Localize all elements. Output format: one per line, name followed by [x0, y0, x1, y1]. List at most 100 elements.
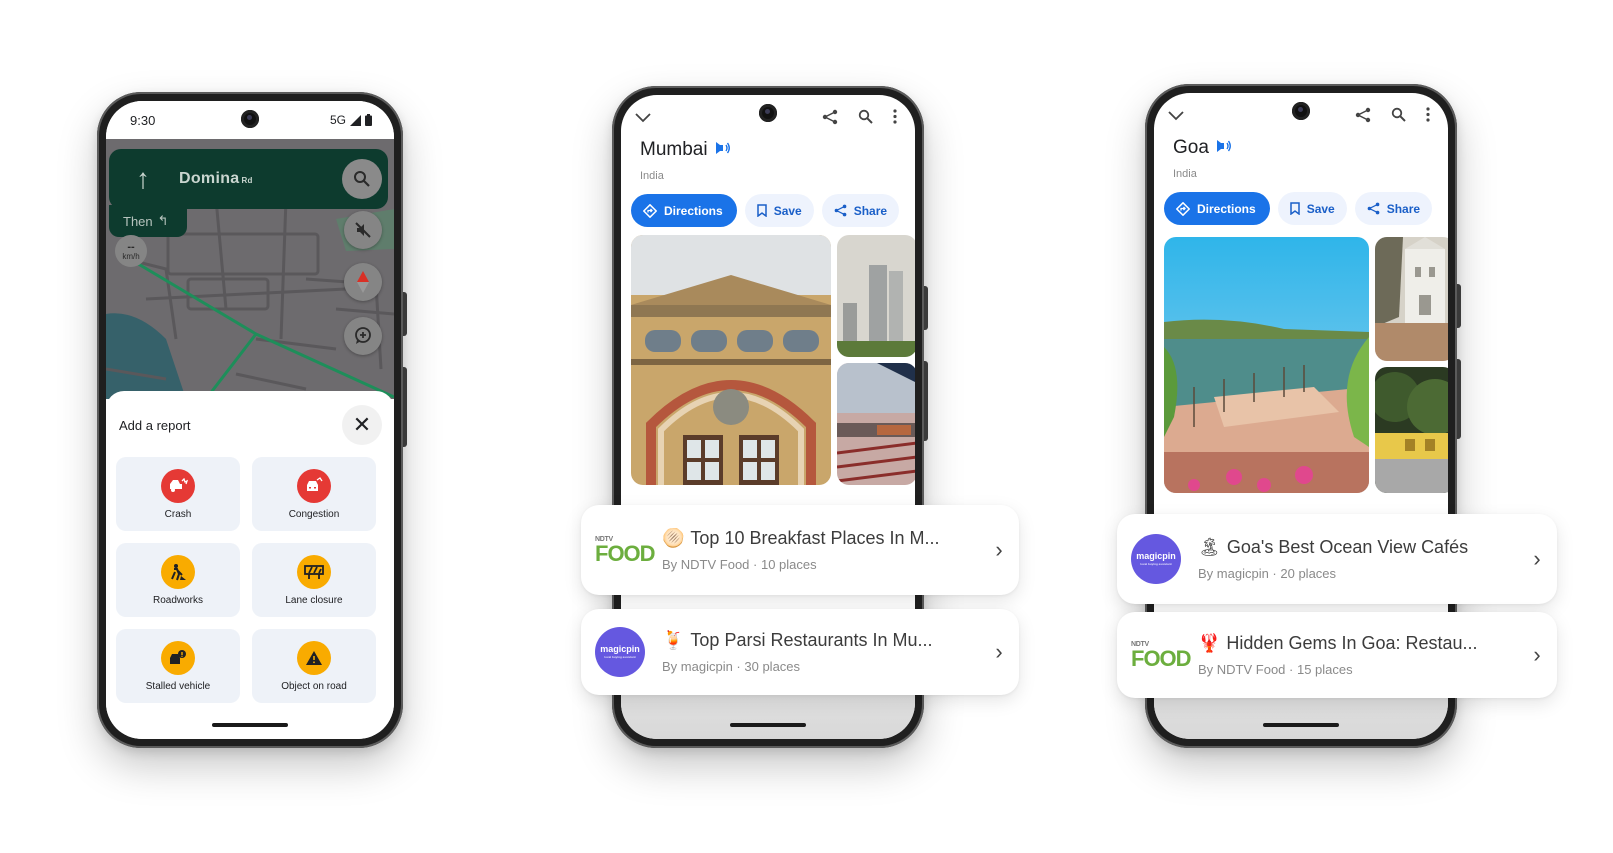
search-top-button[interactable]: [858, 109, 873, 129]
directions-button[interactable]: Directions: [631, 194, 737, 227]
add-report-sheet: Add a report ✕ Crash Congestion Roadwork…: [106, 391, 394, 739]
bookmark-icon: [756, 204, 767, 217]
report-option-object-on-road[interactable]: Object on road: [252, 629, 376, 703]
collection-count: 15 places: [1296, 662, 1353, 677]
directions-icon: [1176, 201, 1190, 216]
separator: ·: [749, 557, 761, 572]
collapse-button[interactable]: [1168, 108, 1184, 126]
close-icon: ✕: [352, 412, 372, 437]
collection-title: 🏝 Goa's Best Ocean View Cafés: [1198, 537, 1517, 558]
collapse-button[interactable]: [635, 110, 651, 128]
close-button[interactable]: ✕: [342, 405, 382, 445]
network-type: 5G: [329, 113, 346, 127]
breakfast-emoji-icon: 🫓: [662, 528, 685, 548]
directions-button[interactable]: Directions: [1164, 192, 1270, 225]
separator: ·: [1285, 662, 1297, 677]
photo-main[interactable]: [631, 235, 831, 485]
report-option-roadworks[interactable]: Roadworks: [116, 543, 240, 617]
collection-card[interactable]: magicpin local buying assistant 🏝 Goa's B…: [1117, 514, 1557, 604]
mute-icon: [355, 222, 371, 238]
collection-meta: By NDTV Food · 10 places: [662, 557, 979, 572]
save-label: Save: [773, 203, 802, 218]
collection-author: By NDTV Food: [662, 557, 750, 572]
directions-label: Directions: [1197, 201, 1256, 216]
top-actions: [822, 109, 901, 130]
navigation-banner[interactable]: ↑ Domina Rd: [109, 149, 388, 209]
compass-icon: [357, 271, 369, 293]
share-icon: [822, 109, 838, 124]
speed-value: --: [127, 240, 135, 253]
report-label: Roadworks: [152, 594, 204, 606]
share-label: Share: [853, 203, 888, 218]
chevron-right-icon: ›: [1533, 642, 1541, 667]
collection-card[interactable]: NDTV FOOD 🫓 Top 10 Breakfast Places In M.…: [581, 505, 1019, 595]
photo-church[interactable]: [1375, 237, 1448, 361]
logo-text-magicpin: magicpin: [600, 644, 640, 654]
more-options-button[interactable]: [893, 109, 897, 129]
collection-text: 🏝 Goa's Best Ocean View Cafés By magicpin…: [1198, 537, 1517, 581]
save-button[interactable]: Save: [744, 194, 814, 227]
sheet-header: Add a report ✕: [116, 405, 384, 445]
mute-button[interactable]: [344, 211, 382, 249]
photo-gallery: [631, 235, 915, 485]
chevron-down-icon: [635, 113, 651, 123]
save-button[interactable]: Save: [1277, 192, 1347, 225]
bookmark-icon: [1289, 202, 1300, 215]
more-options-button[interactable]: [1426, 107, 1430, 127]
collection-card[interactable]: NDTV FOOD 🦞 Hidden Gems In Goa: Restau...…: [1117, 612, 1557, 698]
collection-count: 10 places: [760, 557, 817, 572]
logo-text-food: FOOD: [595, 540, 656, 566]
street-label: Domina: [179, 170, 240, 187]
search-icon: [858, 109, 873, 124]
share-icon: [1355, 107, 1371, 122]
report-options: Crash Congestion Roadworks Lane closure …: [116, 457, 384, 703]
chevron-right-icon: ›: [995, 639, 1003, 664]
collection-meta: By magicpin · 20 places: [1198, 566, 1517, 581]
collection-author: By magicpin: [1198, 566, 1269, 581]
share-button[interactable]: Share: [821, 194, 900, 227]
collection-count: 20 places: [1280, 566, 1337, 581]
status-indicators: 5G: [330, 113, 372, 127]
directions-label: Directions: [664, 203, 723, 218]
share-top-button[interactable]: [822, 109, 838, 130]
battery-icon: [365, 114, 372, 126]
more-vert-icon: [1426, 107, 1430, 122]
next-turn-indicator: Then ↰: [109, 205, 187, 237]
lane-closure-icon: [297, 554, 331, 589]
photo-skyline[interactable]: [837, 235, 915, 357]
speaker-icon: [1216, 140, 1231, 152]
magicpin-logo: magicpin local buying assistant: [1131, 534, 1181, 584]
search-top-button[interactable]: [1391, 107, 1406, 127]
share-button[interactable]: Share: [1354, 192, 1433, 225]
crash-icon: [161, 468, 195, 503]
home-indicator[interactable]: [212, 723, 288, 727]
collection-meta: By magicpin · 30 places: [662, 659, 979, 674]
report-option-lane-closure[interactable]: Lane closure: [252, 543, 376, 617]
chevron-right-icon: ›: [995, 537, 1003, 562]
add-report-button[interactable]: [344, 317, 382, 355]
photo-railway[interactable]: [837, 363, 915, 485]
report-option-congestion[interactable]: Congestion: [252, 457, 376, 531]
more-vert-icon: [893, 109, 897, 124]
collection-text: 🫓 Top 10 Breakfast Places In M... By NDTV…: [662, 528, 979, 572]
collection-author: By NDTV Food: [1198, 662, 1286, 677]
seafront-image: [1164, 237, 1369, 493]
magicpin-logo: magicpin local buying assistant: [595, 627, 645, 677]
home-indicator[interactable]: [1263, 723, 1339, 727]
action-chips: Directions Save Share: [631, 194, 900, 227]
search-button[interactable]: [342, 159, 382, 199]
street-name: Domina Rd: [179, 170, 253, 188]
report-option-stalled-vehicle[interactable]: Stalled vehicle: [116, 629, 240, 703]
search-icon: [354, 171, 370, 187]
logo-text-magicpin: magicpin: [1136, 551, 1176, 561]
share-top-button[interactable]: [1355, 107, 1371, 128]
report-option-crash[interactable]: Crash: [116, 457, 240, 531]
share-icon: [1367, 202, 1380, 215]
compass-button[interactable]: [344, 263, 382, 301]
photo-garden[interactable]: [1375, 367, 1448, 493]
home-indicator[interactable]: [730, 723, 806, 727]
warning-icon: [297, 640, 331, 675]
status-time: 9:30: [130, 112, 156, 128]
collection-card[interactable]: magicpin local buying assistant 🍹 Top Par…: [581, 609, 1019, 695]
photo-main[interactable]: [1164, 237, 1369, 493]
